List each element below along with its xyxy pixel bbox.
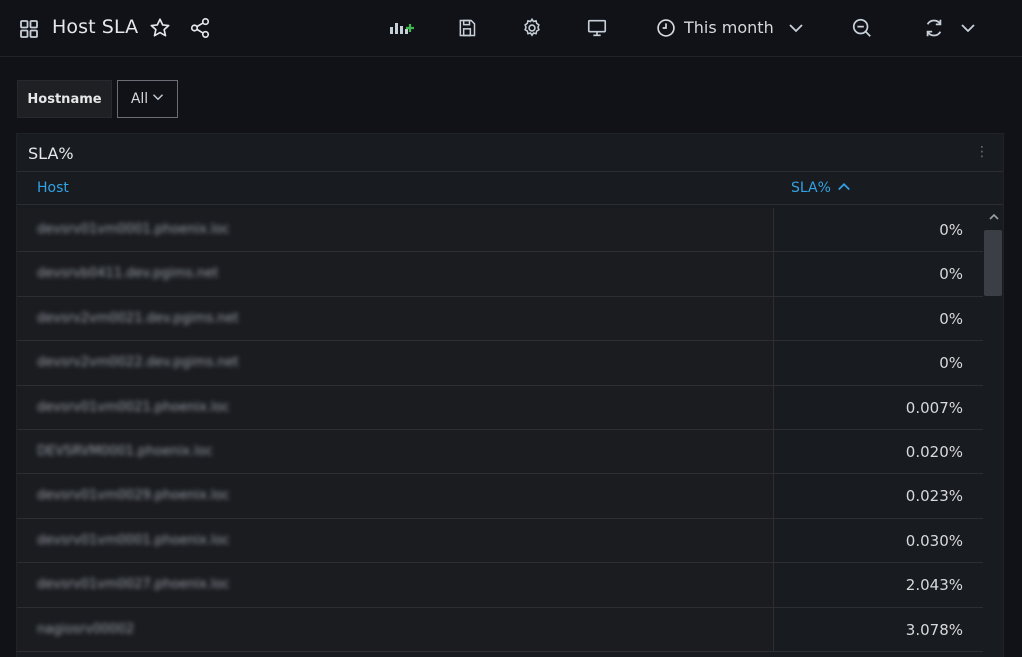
sla-cell: 0.007% xyxy=(905,398,963,417)
sla-cell: 0% xyxy=(939,265,963,284)
time-range-picker[interactable]: This month xyxy=(684,18,774,37)
sla-cell: 3.078% xyxy=(905,620,963,639)
scroll-up-icon[interactable] xyxy=(988,212,1000,225)
sla-cell: 0% xyxy=(939,354,963,373)
host-cell: devsrv01vm0027.phoenix.loc xyxy=(37,577,230,593)
host-cell: devsrv01vm0029.phoenix.loc xyxy=(37,488,230,504)
table-row[interactable]: devsrv01vm0027.phoenix.loc 2.043% xyxy=(17,563,983,608)
table-row[interactable]: devsrv01vm0029.phoenix.loc 0.023% xyxy=(17,474,983,519)
sla-cell: 2.043% xyxy=(905,576,963,595)
table-row[interactable]: devsrv2vm0021.dev.pgims.net 0% xyxy=(17,296,983,342)
add-panel-icon[interactable] xyxy=(388,17,416,39)
column-header-host[interactable]: Host xyxy=(37,180,69,196)
save-icon[interactable] xyxy=(455,16,479,40)
chevron-down-icon[interactable] xyxy=(786,18,806,38)
host-cell: devsrv01vm0001.phoenix.loc xyxy=(37,222,230,237)
table-row[interactable]: DEVSRVM0001.phoenix.loc 0.020% xyxy=(17,429,983,475)
table-row[interactable]: devsrv01vm0001.phoenix.loc 0.030% xyxy=(17,518,983,564)
table-body: devsrv01vm0001.phoenix.loc 0% devsrvb0411… xyxy=(17,208,983,652)
sla-cell: 0.020% xyxy=(905,442,963,461)
table-row[interactable]: nagiosrv00002 3.078% xyxy=(17,607,983,652)
variable-label-hostname: Hostname xyxy=(17,80,112,118)
table-row[interactable]: devsrv01vm0001.phoenix.loc 0% xyxy=(17,208,983,253)
zoom-out-icon[interactable] xyxy=(850,16,874,40)
sort-ascending-icon xyxy=(837,180,851,196)
scrollbar-thumb[interactable] xyxy=(984,230,1002,296)
host-cell: devsrv2vm0022.dev.pgims.net xyxy=(37,355,239,371)
column-header-sla-label: SLA% xyxy=(791,180,831,196)
page-title[interactable]: Host SLA xyxy=(52,16,138,38)
refresh-icon[interactable] xyxy=(922,16,946,40)
column-header-sla[interactable]: SLA% xyxy=(791,180,851,196)
gear-icon[interactable] xyxy=(520,16,544,40)
host-cell: devsrvb0411.dev.pgims.net xyxy=(37,266,219,282)
host-cell: nagiosrv00002 xyxy=(37,621,135,637)
hostname-select-value: All xyxy=(130,91,149,107)
grid-icon[interactable] xyxy=(18,18,40,40)
clock-icon[interactable] xyxy=(655,17,677,39)
table-header: Host SLA% xyxy=(17,171,1003,205)
table-row[interactable]: devsrv2vm0022.dev.pgims.net 0% xyxy=(17,341,983,386)
hostname-select[interactable]: All xyxy=(117,80,178,118)
host-cell: devsrv01vm0021.phoenix.loc xyxy=(37,399,230,415)
panel-title[interactable]: SLA% xyxy=(28,144,74,163)
host-cell: devsrv2vm0021.dev.pgims.net xyxy=(37,310,239,326)
sla-cell: 0.023% xyxy=(905,487,963,506)
host-cell: DEVSRVM0001.phoenix.loc xyxy=(37,443,213,459)
sla-cell: 0.030% xyxy=(905,531,963,550)
sla-cell: 0% xyxy=(939,309,963,328)
panel-menu-icon[interactable]: ⋮ xyxy=(975,144,989,160)
table-row[interactable]: devsrv01vm0021.phoenix.loc 0.007% xyxy=(17,385,983,430)
host-cell: devsrv01vm0001.phoenix.loc xyxy=(37,532,230,548)
sla-panel: SLA% ⋮ Host SLA% devsrv01vm0001.phoenix.… xyxy=(16,133,1004,657)
refresh-interval-chevron-icon[interactable] xyxy=(958,18,978,38)
monitor-icon[interactable] xyxy=(585,16,609,40)
share-icon[interactable] xyxy=(188,16,212,40)
star-icon[interactable] xyxy=(148,16,172,40)
sla-cell: 0% xyxy=(939,221,963,239)
top-bar: Host SLA This month xyxy=(0,0,1022,57)
chevron-down-icon xyxy=(152,91,164,107)
table-row[interactable]: devsrvb0411.dev.pgims.net 0% xyxy=(17,252,983,297)
